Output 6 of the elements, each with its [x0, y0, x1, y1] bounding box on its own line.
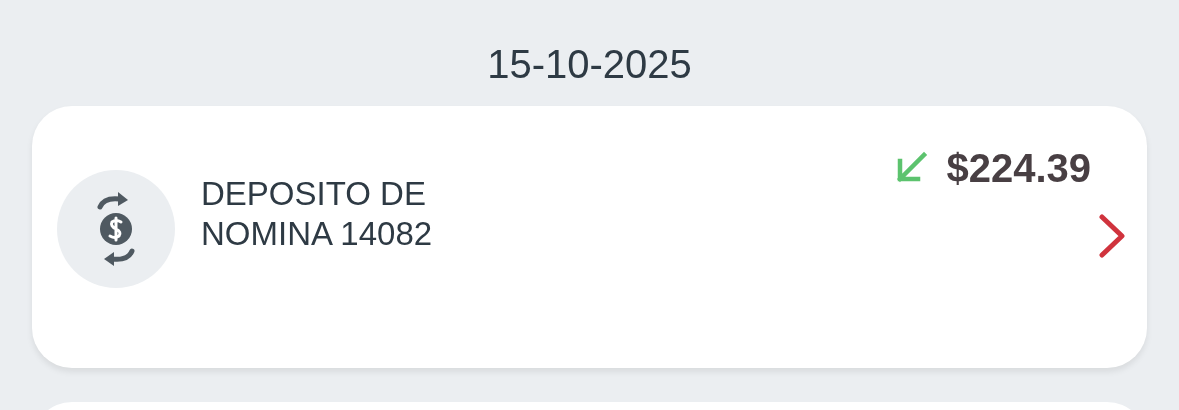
transaction-amount: $224.39 [946, 145, 1091, 192]
down-left-arrow-icon [894, 151, 929, 185]
transaction-card[interactable]: DEPOSITO DE NOMINA 14082 $224.39 [32, 106, 1147, 368]
date-heading: 15-10-2025 [487, 41, 692, 88]
chevron-right-icon[interactable] [1097, 213, 1127, 259]
transaction-description: DEPOSITO DE NOMINA 14082 [201, 174, 434, 254]
